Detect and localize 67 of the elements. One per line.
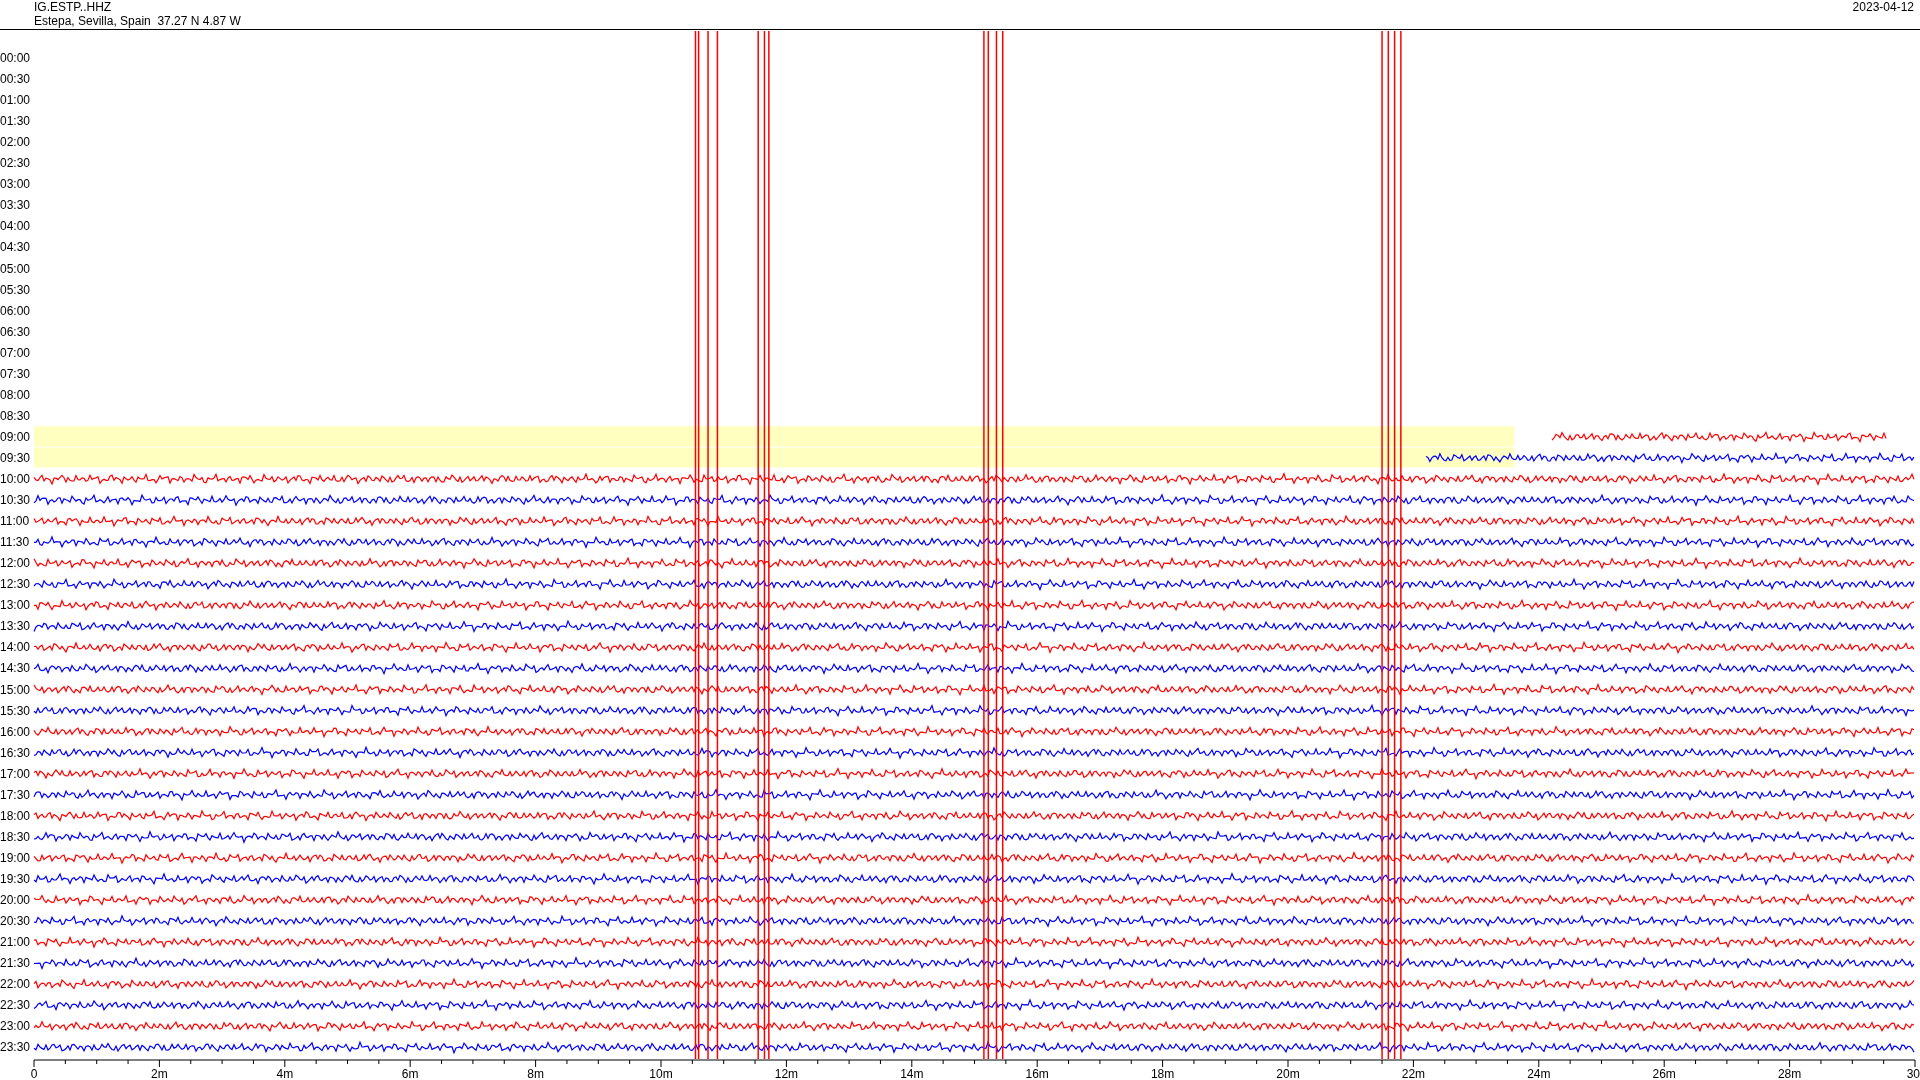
time-label: 16:00	[0, 724, 31, 739]
time-label: 03:30	[0, 198, 31, 213]
time-label: 20:30	[0, 914, 31, 929]
time-label: 09:30	[0, 450, 31, 465]
time-label: 21:00	[0, 935, 31, 950]
time-label: 08:00	[0, 387, 31, 402]
time-label: 06:00	[0, 303, 31, 318]
station-location: Estepa, Sevilla, Spain 37.27 N 4.87 W	[34, 14, 241, 28]
time-label: 11:00	[0, 514, 30, 529]
time-label: 18:30	[0, 829, 31, 844]
time-label: 22:00	[0, 977, 31, 992]
time-label: 22:30	[0, 998, 31, 1013]
time-label: 05:30	[0, 282, 31, 297]
time-label: 19:30	[0, 871, 31, 886]
time-label: 12:30	[0, 577, 31, 592]
time-label: 09:00	[0, 429, 31, 444]
time-label: 04:00	[0, 219, 31, 234]
time-label: 14:30	[0, 661, 31, 676]
time-label: 03:00	[0, 177, 31, 192]
time-label: 21:30	[0, 956, 31, 971]
time-label: 18:00	[0, 808, 31, 823]
axis-tick-label: 20m	[1276, 1067, 1300, 1079]
time-label: 01:30	[0, 114, 31, 129]
time-label: 13:00	[0, 598, 31, 613]
time-label: 08:30	[0, 408, 31, 423]
time-label: 17:30	[0, 787, 31, 802]
axis-tick-label: 30	[1906, 1067, 1920, 1079]
time-label: 17:00	[0, 766, 31, 781]
time-label: 19:00	[0, 850, 31, 865]
time-label: 05:00	[0, 261, 31, 276]
time-label: 10:00	[0, 472, 31, 486]
axis-tick-label: 4m	[276, 1067, 294, 1079]
time-label: 01:00	[0, 93, 31, 108]
axis-tick-label: 6m	[401, 1067, 419, 1079]
axis-tick-label: 14m	[900, 1067, 924, 1079]
axis-tick-label: 0	[30, 1067, 38, 1079]
time-label: 07:30	[0, 366, 31, 381]
time-label: 14:00	[0, 640, 31, 655]
time-label: 15:30	[0, 703, 31, 718]
axis-tick-label: 22m	[1401, 1067, 1426, 1079]
axis-tick-label: 8m	[527, 1067, 544, 1079]
time-label: 12:00	[0, 556, 31, 571]
time-label: 10:30	[0, 493, 31, 508]
time-label: 07:00	[0, 345, 31, 360]
axis-tick-label: 10m	[649, 1067, 673, 1079]
axis-tick-label: 26m	[1652, 1067, 1676, 1079]
time-label: 11:30	[0, 535, 30, 550]
time-label: 15:00	[0, 682, 31, 697]
time-label: 06:30	[0, 324, 31, 339]
axis-tick-label: 12m	[774, 1067, 799, 1079]
time-label: 02:30	[0, 156, 31, 171]
date-label: 2023-04-12	[1852, 0, 1914, 14]
time-label: 23:30	[0, 1040, 31, 1055]
time-label: 16:30	[0, 745, 31, 760]
time-label: 02:00	[0, 135, 31, 150]
axis-tick-label: 28m	[1777, 1067, 1802, 1079]
axis-tick-label: 2m	[151, 1067, 168, 1079]
time-label: 23:00	[0, 1019, 31, 1034]
time-label: 00:00	[0, 51, 31, 65]
time-label: 04:30	[0, 240, 31, 255]
axis-tick-label: 24m	[1527, 1067, 1551, 1079]
axis-tick-label: 18m	[1150, 1067, 1175, 1079]
time-label: 20:00	[0, 893, 31, 907]
station-code: IG.ESTP..HHZ	[34, 0, 113, 14]
axis-tick-label: 16m	[1025, 1067, 1049, 1079]
time-label: 13:30	[0, 619, 31, 634]
time-label: 00:30	[0, 72, 31, 87]
